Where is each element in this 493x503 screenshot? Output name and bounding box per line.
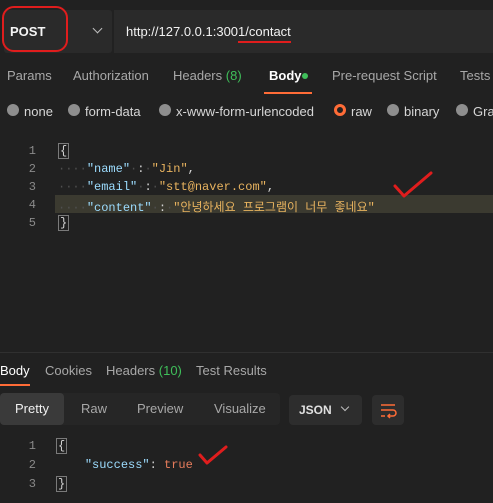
line-number: 5: [28, 216, 36, 230]
radio-label-raw[interactable]: raw: [351, 104, 372, 119]
body-modified-dot: [302, 73, 308, 79]
annotation-underline: [238, 41, 291, 43]
url-text[interactable]: http://127.0.0.1:3001/contact: [126, 24, 291, 39]
code-line-3[interactable]: ····"email"·:·"stt@naver.com",: [58, 180, 274, 194]
radio-label-none[interactable]: none: [24, 104, 53, 119]
headers-count: (8): [225, 68, 242, 83]
tab-authorization[interactable]: Authorization: [73, 68, 149, 83]
response-headers-count: (10): [158, 363, 182, 378]
radio-label-urlencoded[interactable]: x-www-form-urlencoded: [176, 104, 314, 119]
code-line-5[interactable]: }: [58, 215, 70, 231]
radio-urlencoded[interactable]: [159, 104, 171, 116]
response-line-3: }: [56, 476, 68, 492]
response-line-1: {: [56, 438, 68, 454]
response-tab-cookies[interactable]: Cookies: [45, 363, 92, 378]
line-number: 1: [28, 439, 36, 453]
tab-tests[interactable]: Tests: [460, 68, 490, 83]
annotation-checkmark: [392, 170, 434, 200]
format-label: JSON: [299, 403, 332, 417]
wrap-lines-icon: [381, 404, 397, 419]
line-number: 3: [28, 180, 36, 194]
line-number: 4: [28, 198, 36, 212]
view-mode-visualize[interactable]: Visualize: [214, 401, 266, 416]
response-active-tab-indicator: [0, 384, 30, 386]
tab-pre-request-script[interactable]: Pre-request Script: [332, 68, 437, 83]
radio-graphql[interactable]: [456, 104, 468, 116]
tab-body[interactable]: Body: [269, 68, 302, 83]
response-tab-test-results[interactable]: Test Results: [196, 363, 267, 378]
response-line-2: "success": true: [84, 458, 193, 472]
view-mode-preview[interactable]: Preview: [137, 401, 183, 416]
annotation-circle: [2, 6, 68, 52]
active-tab-indicator: [264, 92, 312, 94]
radio-raw[interactable]: [334, 104, 346, 116]
tab-headers[interactable]: Headers (8): [173, 68, 242, 83]
radio-binary[interactable]: [387, 104, 399, 116]
radio-label-binary[interactable]: binary: [404, 104, 439, 119]
wrap-lines-button[interactable]: [372, 395, 404, 425]
code-line-1[interactable]: {: [58, 143, 70, 159]
line-number: 1: [28, 144, 36, 158]
radio-none[interactable]: [7, 104, 19, 116]
code-line-2[interactable]: ····"name"·:·"Jin",: [58, 162, 195, 176]
radio-label-form-data[interactable]: form-data: [85, 104, 141, 119]
response-tab-body[interactable]: Body: [0, 363, 30, 378]
panel-divider: [0, 352, 493, 353]
response-tab-headers[interactable]: Headers (10): [106, 363, 182, 378]
view-mode-raw[interactable]: Raw: [81, 401, 107, 416]
line-number: 3: [28, 477, 36, 491]
line-number: 2: [28, 162, 36, 176]
view-mode-pretty[interactable]: Pretty: [15, 401, 49, 416]
line-number: 2: [28, 458, 36, 472]
annotation-checkmark: [197, 444, 229, 466]
radio-form-data[interactable]: [68, 104, 80, 116]
tab-params[interactable]: Params: [7, 68, 52, 83]
code-line-4[interactable]: ····"content"·:·"안녕하세요 프로그램이 너무 좋네요": [58, 198, 375, 215]
radio-label-graphql[interactable]: Gra: [473, 104, 493, 119]
